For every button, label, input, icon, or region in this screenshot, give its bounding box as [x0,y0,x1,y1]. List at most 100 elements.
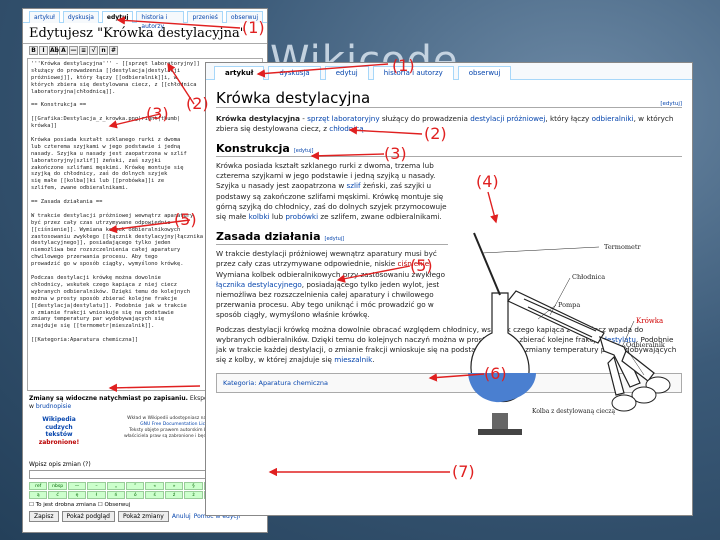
distillation-diagram: Termometr Chłodnica Pompa Krówka Odbiera… [468,232,671,435]
section-title: Zasada działania [216,230,321,244]
editor-tab[interactable]: edytuj [101,11,134,23]
editor-tab[interactable]: dyskusja [62,11,99,23]
intro-bold: Krówka destylacyjna [216,114,300,123]
special-char-button[interactable]: ę [67,491,87,499]
annotation-7: (7) [452,462,475,481]
special-char-button[interactable]: ref [29,482,48,490]
label-receiver: Odbieralnik [626,341,665,349]
article-intro: Krówka destylacyjna - sprzęt laboratoryj… [216,114,686,134]
cancel-link[interactable]: Anuluj [172,513,191,520]
para-text: ze szlifem, zwane odbieralnikami. [318,212,442,222]
copyright-warning-line: Wikipedia [42,416,76,423]
annotation-6: (6) [484,364,507,383]
annotation-1b: (1) [392,56,415,75]
toolbar-button[interactable]: √ [89,46,98,55]
thermometer-shape [473,232,501,296]
condenser-shape [507,290,605,344]
special-char-button[interactable]: § [184,482,203,490]
section-title: Konstrukcja [216,142,290,155]
toolbar-button[interactable]: I [39,46,48,55]
special-char-button[interactable]: nbsp [48,482,67,490]
article-title-row: Krówka destylacyjna [edytuj] [216,82,682,108]
article-window: artykuł dyskusja edytuj historia i autorzy o… [205,62,693,516]
minor-edit-checkbox[interactable]: ☐ [29,502,34,508]
section-edit-link[interactable]: [edytuj] [325,236,345,242]
special-char-button[interactable]: ź [164,491,184,499]
copyright-warning-line: tekstów [45,431,73,438]
toolbar-button[interactable]: A [59,46,68,55]
special-char-button[interactable]: ” [126,482,145,490]
toolbar-button[interactable]: B [29,46,38,55]
editor-tabs: artykuł dyskusja edytuj historia i autorzy p… [23,9,267,30]
special-char-button[interactable]: – [87,482,106,490]
toolbar-button[interactable]: # [109,46,118,55]
editor-tab[interactable]: przenieś [187,11,223,23]
section-edit-link[interactable]: [edytuj] [294,148,314,154]
label-pump: Pompa [558,301,580,309]
show-changes-button[interactable]: Pokaż zmiany [117,511,169,522]
label-condenser: Chłodnica [572,273,605,281]
intro-text: . [363,124,367,133]
toolbar-button[interactable]: Ab [49,46,59,55]
link-lacznik[interactable]: łącznika destylacyjnego [216,280,302,289]
label-thermometer: Termometr [604,243,641,251]
section-konstrukcja-heading: Konstrukcja [edytuj] [216,142,682,157]
toolbar-button[interactable]: — [69,46,78,55]
editor-tab[interactable]: artykuł [29,11,60,23]
link-chlodnica[interactable]: chłodnicą [329,124,363,133]
save-button[interactable]: Zapisz [29,511,59,522]
burner [492,413,508,429]
label-flask: Kolba z destylowaną cieczą [532,408,615,415]
special-char-button[interactable]: ą [29,491,48,499]
link-szlif[interactable]: szlif [347,181,361,190]
edit-toolbar: B I Ab A — ≡ √ n # [23,44,267,57]
link-odbieralnik[interactable]: odbieralniki [592,114,634,123]
editor-tab[interactable]: historia i autorzy [136,11,185,30]
edit-summary-label: Wpisz opis zmian (?) [29,461,91,468]
copyright-warning-line: cudzych [45,423,73,431]
link-kolbki[interactable]: kolbki [249,212,270,221]
annotation-2: (2) [186,94,209,113]
special-char-button[interactable]: ó [126,491,145,499]
annotation-5: (5) [174,210,197,229]
special-char-button[interactable]: „ [106,482,126,490]
preview-button[interactable]: Pokaż podgląd [61,511,115,522]
special-char-button[interactable]: ś [145,491,164,499]
annotation-4: (4) [476,172,499,191]
special-char-button[interactable]: » [164,482,184,490]
intro-text: , który łączy [545,114,592,123]
edit-link[interactable]: [edytuj] [660,101,682,107]
special-char-button[interactable]: ń [106,491,126,499]
sandbox-link[interactable]: brudnopisie [36,403,71,410]
label-krowka: Krówka [636,317,663,325]
intro-text: służący do prowadzenia [379,114,471,123]
special-char-button[interactable]: — [67,482,87,490]
distillation-figure: Termometr Chłodnica Pompa Krówka Odbiera… [454,223,684,453]
watch-checkbox[interactable]: ☐ [98,502,103,508]
toolbar-button[interactable]: n [99,46,108,55]
link-mieszalnik[interactable]: mieszalnik [334,355,372,364]
konstrukcja-paragraph: Krówka posiada kształt szklanego rurki z… [216,161,448,222]
annotation-3: (3) [146,104,169,123]
special-char-button[interactable]: « [145,482,164,490]
watch-label: Obserwuj [104,502,131,508]
link-sprzet[interactable]: sprzęt laboratoryjny [307,114,380,123]
article-tab[interactable]: dyskusja [268,66,321,80]
category-link[interactable]: Kategoria: Aparatura chemiczna [223,379,328,387]
edit-page-heading: Edytujesz "Krówka destylacyjna" [23,23,267,44]
article-tabs: artykuł dyskusja edytuj historia i autorzy o… [206,63,692,80]
para-text: . [372,355,375,365]
article-tab[interactable]: edytuj [324,66,369,80]
special-char-button[interactable]: ż [184,491,203,499]
minor-edit-label: To jest drobna zmiana [35,502,96,508]
article-tab[interactable]: artykuł [214,66,265,80]
article-title: Krówka destylacyjna [216,89,371,107]
copyright-warning: Wikipedia cudzych tekstów zabronione! [29,416,89,458]
annotation-1: (1) [242,18,265,37]
article-tab[interactable]: obserwuj [457,66,512,80]
link-destylacja[interactable]: destylacji próżniowej [470,114,545,123]
special-char-button[interactable]: ć [48,491,67,499]
toolbar-button[interactable]: ≡ [79,46,88,55]
special-char-button[interactable]: ł [87,491,106,499]
link-probowki[interactable]: probówki [285,212,318,221]
